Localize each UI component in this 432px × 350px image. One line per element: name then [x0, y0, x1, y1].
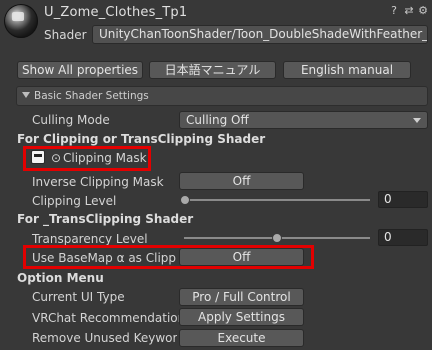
- chevron-down-icon: [413, 118, 421, 123]
- vrchat-recommendation-label: VRChat Recommendation: [32, 311, 186, 325]
- shader-label: Shader: [44, 28, 87, 42]
- material-preview-highlight: [12, 12, 24, 21]
- shader-dropdown[interactable]: UnityChanToonShader/Toon_DoubleShadeWith…: [92, 25, 428, 44]
- execute-button[interactable]: Execute: [179, 329, 304, 347]
- transparency-level-slider-handle[interactable]: [272, 233, 282, 243]
- show-all-properties-button[interactable]: Show All properties: [17, 61, 143, 79]
- culling-mode-dropdown[interactable]: Culling Off: [179, 111, 428, 129]
- foldout-label: Basic Shader Settings: [34, 90, 149, 102]
- clipping-level-slider-track[interactable]: [184, 199, 370, 201]
- inverse-clipping-mask-toggle[interactable]: Off: [179, 172, 304, 190]
- english-manual-button[interactable]: English manual: [283, 61, 411, 79]
- preset-icon[interactable]: ⇄: [403, 5, 415, 17]
- current-ui-type-label: Current UI Type: [32, 290, 125, 304]
- current-ui-type-button[interactable]: Pro / Full Control: [179, 288, 304, 306]
- culling-mode-label: Culling Mode: [32, 113, 110, 127]
- inverse-clipping-mask-label: Inverse Clipping Mask: [32, 175, 164, 189]
- section-clipping-header: For Clipping or TransClipping Shader: [17, 132, 266, 146]
- help-icon[interactable]: ?: [388, 5, 400, 17]
- remove-unused-keywords-label: Remove Unused Keyword: [32, 331, 177, 345]
- use-basemap-alpha-toggle[interactable]: Off: [179, 248, 304, 266]
- clipping-level-slider-handle[interactable]: [180, 195, 190, 205]
- clipping-level-label: Clipping Level: [32, 194, 117, 208]
- clipping-mask-texture-slot[interactable]: [31, 150, 45, 164]
- transparency-level-label: Transparency Level: [32, 232, 148, 246]
- texture-icon: [34, 154, 42, 157]
- material-title: U_Zome_Clothes_Tp1: [44, 5, 188, 20]
- material-preview-avatar: [4, 4, 38, 38]
- japanese-manual-button[interactable]: 日本語マニュアル: [149, 61, 276, 79]
- clipping-level-input[interactable]: 0: [378, 191, 428, 208]
- section-transclipping-header: For _TransClipping Shader: [17, 212, 194, 226]
- section-option-menu-header: Option Menu: [17, 271, 104, 285]
- culling-mode-value: Culling Off: [186, 113, 249, 127]
- use-basemap-alpha-label: Use BaseMap α as Clippir: [32, 251, 176, 265]
- apply-settings-button[interactable]: Apply Settings: [179, 308, 304, 326]
- clipping-mask-label: Clipping Mask: [63, 151, 147, 165]
- clipping-mask-picker-icon[interactable]: ⊙: [51, 151, 61, 165]
- settings-icon[interactable]: ⚙: [417, 5, 429, 17]
- transparency-level-input[interactable]: 0: [378, 229, 428, 246]
- foldout-arrow-icon[interactable]: [22, 92, 30, 98]
